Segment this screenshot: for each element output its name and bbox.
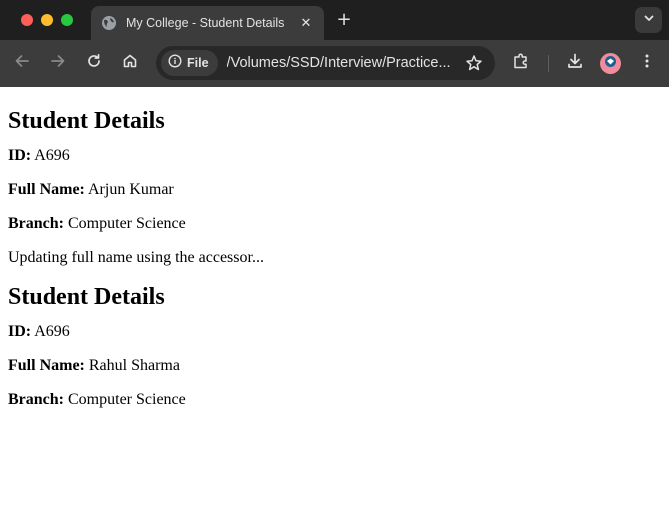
chevron-down-icon: [643, 11, 655, 29]
student-branch-row: Branch: Computer Science: [8, 391, 661, 409]
tab-search-button[interactable]: [635, 7, 662, 33]
back-button[interactable]: [10, 51, 34, 75]
branch-label: Branch:: [8, 391, 64, 408]
download-icon: [566, 52, 584, 75]
student-name-row: Full Name: Arjun Kumar: [8, 181, 661, 199]
branch-label: Branch:: [8, 215, 64, 232]
close-window-button[interactable]: [21, 14, 33, 26]
branch-value: Computer Science: [64, 391, 186, 408]
name-value: Arjun Kumar: [84, 181, 174, 198]
tab-strip: My College - Student Details ✕ +: [0, 0, 669, 40]
back-arrow-icon: [14, 53, 30, 74]
reload-icon: [86, 53, 102, 74]
url-text[interactable]: /Volumes/SSD/Interview/Practice...: [227, 55, 459, 71]
home-button[interactable]: [118, 51, 142, 75]
student-id-row: ID: A696: [8, 323, 661, 341]
name-value: Rahul Sharma: [84, 357, 180, 374]
id-value: A696: [31, 147, 70, 164]
reload-button[interactable]: [82, 51, 106, 75]
id-label: ID:: [8, 323, 32, 340]
star-icon[interactable]: [465, 54, 483, 72]
profile-avatar[interactable]: [600, 53, 621, 74]
student-name-row: Full Name: Rahul Sharma: [8, 357, 661, 375]
name-label: Full Name:: [8, 181, 85, 198]
branch-value: Computer Science: [64, 215, 186, 232]
id-label: ID:: [8, 147, 32, 164]
toolbar-divider: [548, 55, 549, 72]
minimize-window-button[interactable]: [41, 14, 53, 26]
id-value: A696: [31, 323, 70, 340]
site-info-label: File: [187, 56, 209, 70]
forward-arrow-icon: [50, 53, 66, 74]
page-content: Student Details ID: A696 Full Name: Arju…: [0, 87, 669, 433]
name-label: Full Name:: [8, 357, 85, 374]
page-heading-updated: Student Details: [8, 284, 165, 310]
site-info-chip[interactable]: File: [161, 50, 218, 76]
avatar-icon: [604, 55, 617, 73]
student-id-row: ID: A696: [8, 147, 661, 165]
downloads-button[interactable]: [563, 51, 587, 75]
tab-title: My College - Student Details: [126, 16, 285, 30]
forward-button[interactable]: [46, 51, 70, 75]
zoom-window-button[interactable]: [61, 14, 73, 26]
update-message: Updating full name using the accessor...: [8, 249, 264, 266]
new-tab-button[interactable]: +: [334, 10, 354, 30]
puzzle-icon: [512, 52, 530, 75]
window-controls: [21, 14, 73, 26]
student-branch-row: Branch: Computer Science: [8, 215, 661, 233]
kebab-menu-icon: [639, 53, 655, 74]
address-bar[interactable]: File /Volumes/SSD/Interview/Practice...: [156, 46, 495, 80]
page-heading: Student Details: [8, 108, 165, 134]
browser-toolbar: File /Volumes/SSD/Interview/Practice...: [0, 40, 669, 87]
extensions-button[interactable]: [509, 51, 533, 75]
active-tab[interactable]: My College - Student Details ✕: [91, 6, 324, 40]
info-icon: [168, 53, 182, 73]
globe-icon: [101, 15, 117, 31]
browser-menu-button[interactable]: [635, 51, 659, 75]
tab-close-icon[interactable]: ✕: [298, 15, 314, 31]
home-icon: [122, 53, 138, 74]
